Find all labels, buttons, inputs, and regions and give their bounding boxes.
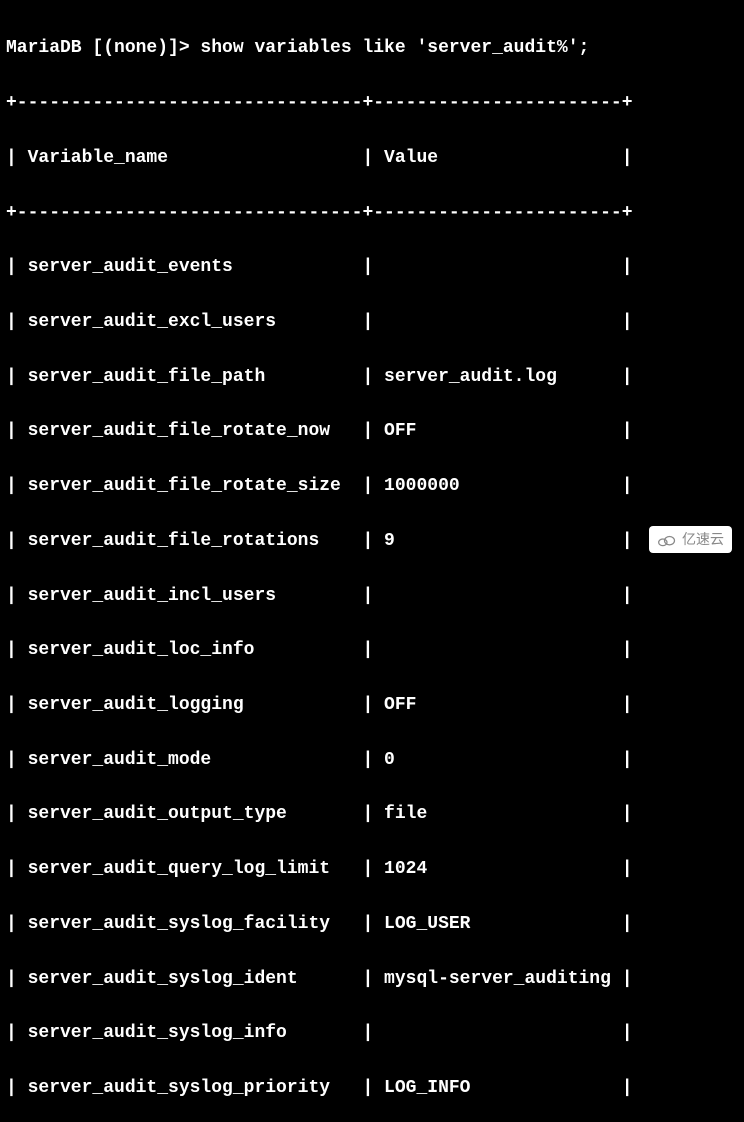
table-row: | server_audit_syslog_ident | mysql-serv… [0,966,744,993]
table-divider-mid: +--------------------------------+------… [0,200,744,227]
table-row: | server_audit_syslog_facility | LOG_USE… [0,911,744,938]
table-divider-top: +--------------------------------+------… [0,90,744,117]
table-row: | server_audit_syslog_info | | [0,1020,744,1047]
table-row: | server_audit_incl_users | | [0,583,744,610]
terminal-output[interactable]: MariaDB [(none)]> show variables like 's… [0,8,744,1122]
table-row: | server_audit_file_rotations | 9 | [0,528,744,555]
table-row: | server_audit_file_path | server_audit.… [0,364,744,391]
table-row: | server_audit_loc_info | | [0,637,744,664]
table-header-row: | Variable_name | Value | [0,145,744,172]
table-row: | server_audit_logging | OFF | [0,692,744,719]
watermark-text: 亿速云 [682,529,724,550]
table-row: | server_audit_events | | [0,254,744,281]
sql-prompt: MariaDB [(none)]> show variables like 's… [0,35,744,62]
table-row: | server_audit_query_log_limit | 1024 | [0,856,744,883]
table-row: | server_audit_excl_users | | [0,309,744,336]
table-row: | server_audit_output_type | file | [0,801,744,828]
table-row: | server_audit_syslog_priority | LOG_INF… [0,1075,744,1102]
table-row: | server_audit_file_rotate_now | OFF | [0,418,744,445]
watermark-badge: 亿速云 [649,526,732,553]
table-row: | server_audit_mode | 0 | [0,747,744,774]
table-row: | server_audit_file_rotate_size | 100000… [0,473,744,500]
cloud-icon [657,532,677,546]
